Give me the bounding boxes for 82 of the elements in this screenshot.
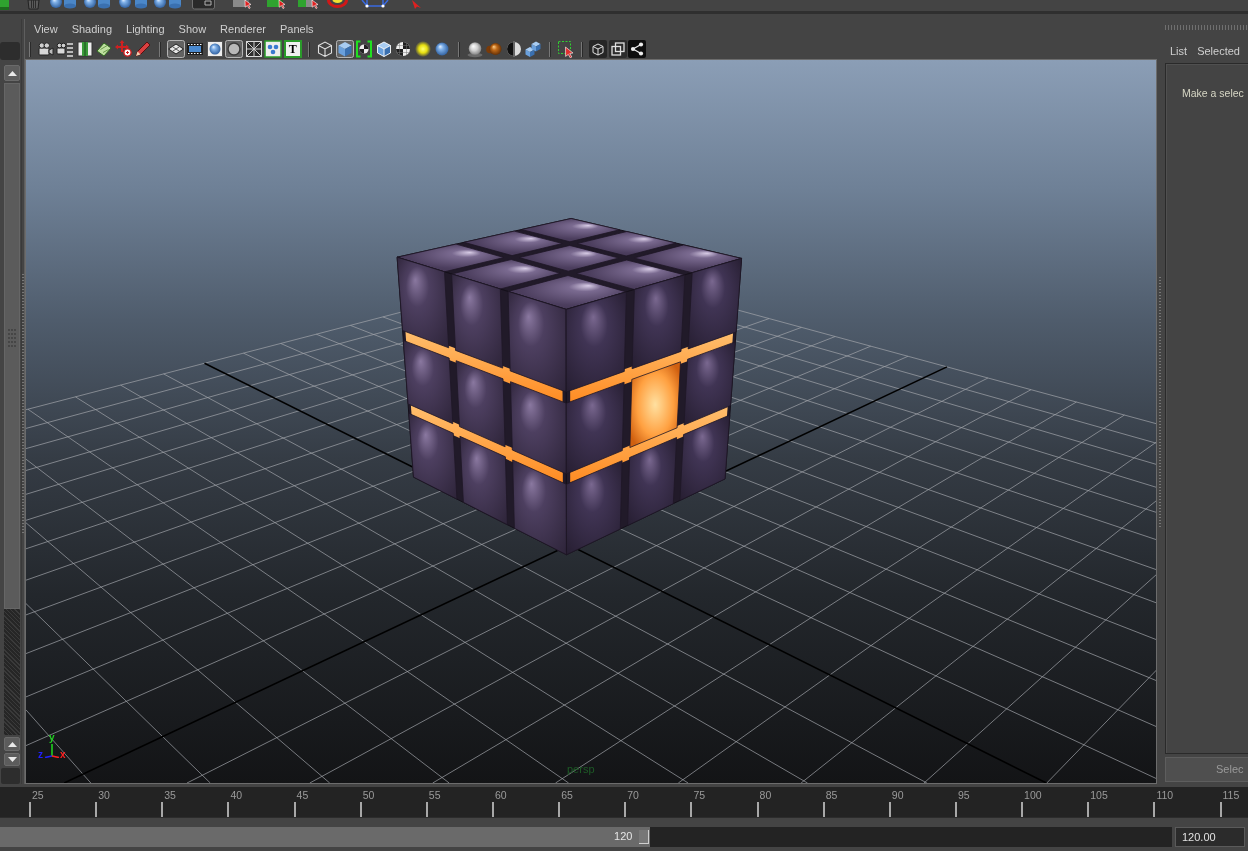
window-icon[interactable] (192, 0, 215, 10)
overlap-squares-icon[interactable] (608, 40, 627, 58)
checker-ball-icon[interactable] (394, 40, 413, 58)
scroll-up-button[interactable] (4, 65, 20, 81)
frame-number: 115 (1221, 789, 1240, 801)
frame-number: 90 (890, 789, 904, 801)
frame-number: 50 (361, 789, 375, 801)
cube-cursor-icon[interactable] (298, 0, 320, 10)
frame-number: 35 (163, 789, 176, 801)
edged-cube-icon[interactable] (374, 40, 393, 58)
crossed-box-icon[interactable] (244, 40, 263, 58)
end-time-field[interactable]: 120.00 (1175, 827, 1245, 847)
half-circle-icon[interactable] (504, 40, 523, 58)
frame-number: 25 (31, 789, 44, 801)
cylinder-icon[interactable] (135, 0, 147, 10)
frame-number: 30 (97, 789, 110, 801)
up-arrow-icon (7, 741, 17, 747)
frame-number: 110 (1155, 789, 1174, 801)
text-display-button[interactable]: T (283, 40, 302, 58)
frame-number: 95 (956, 789, 970, 801)
menu-item[interactable]: Show (171, 22, 214, 36)
scroll-track[interactable] (4, 83, 20, 735)
frame-number: 100 (1023, 789, 1042, 801)
frame-number: 80 (758, 789, 772, 801)
scroll-up-button[interactable] (4, 737, 20, 751)
menu-item[interactable]: Shading (64, 22, 120, 36)
pencil-icon[interactable] (134, 40, 153, 58)
menu-item[interactable]: Selected (1192, 44, 1245, 58)
cylinder-icon[interactable] (169, 0, 181, 10)
axis-label: x (60, 750, 66, 760)
tilted-plane-icon[interactable] (95, 40, 114, 58)
frame-number: 75 (692, 789, 706, 801)
frame-number: 65 (560, 789, 573, 801)
ring-icon[interactable] (327, 0, 348, 10)
frame-number: 40 (229, 789, 243, 801)
dots-icon[interactable] (264, 40, 283, 58)
cube-outline-icon[interactable] (589, 40, 608, 58)
frame-number: 60 (494, 789, 507, 801)
selection-box-icon[interactable] (556, 40, 575, 58)
frame-number: 45 (295, 789, 309, 801)
book-icon[interactable] (75, 40, 94, 58)
timeline-ruler[interactable]: 25 30 35 40 45 50 55 60 65 70 75 80 85 90 95 100 105 110 115 (0, 787, 1248, 818)
nodes-icon[interactable] (628, 40, 647, 58)
wire-cube-icon[interactable] (360, 0, 390, 10)
shaded-cube-icon[interactable] (335, 40, 354, 58)
circle-icon[interactable] (225, 40, 244, 58)
cube-cursor-icon[interactable] (233, 0, 253, 10)
camera-list-icon[interactable] (56, 40, 75, 58)
hint-text: Make a selec (1182, 87, 1244, 99)
menu-item[interactable]: Renderer (213, 22, 273, 36)
cylinder-icon[interactable] (64, 0, 76, 10)
move-arrows-icon[interactable] (114, 40, 133, 58)
up-arrow-icon (7, 70, 17, 76)
frame-number: 70 (626, 789, 639, 801)
down-arrow-icon (7, 757, 17, 762)
film-strip-icon[interactable] (186, 40, 205, 58)
axis-triad-icon (44, 744, 60, 758)
axis-label: z (38, 750, 43, 760)
axis-label: y (49, 733, 55, 743)
frame-number: 55 (427, 789, 441, 801)
light-glow-icon[interactable] (413, 40, 432, 58)
range-end-handle[interactable] (639, 830, 650, 844)
sphere-on-base-icon[interactable] (465, 40, 484, 58)
matte-spheres-icon[interactable] (485, 40, 504, 58)
cube-model-drawing[interactable] (396, 218, 743, 556)
frame-number: 85 (824, 789, 838, 801)
menu-item[interactable]: Panels (272, 22, 321, 36)
menu-item[interactable]: Lighting (119, 22, 172, 36)
menu-item[interactable]: List (1165, 44, 1193, 58)
scroll-thumb[interactable] (4, 83, 20, 609)
camera-icon[interactable] (36, 40, 55, 58)
menu-item[interactable]: View (27, 22, 65, 36)
cylinder-icon[interactable] (98, 0, 110, 10)
cube-cursor-icon[interactable] (267, 0, 287, 10)
range-end-label: 120 (614, 830, 633, 843)
wire-cube-icon[interactable] (316, 40, 335, 58)
cubes-icon[interactable] (524, 40, 543, 58)
range-slider-track[interactable]: 120 (0, 827, 1172, 847)
scroll-down-button[interactable] (4, 753, 20, 766)
bracketed-checker-icon[interactable] (355, 40, 374, 58)
grid-icon[interactable] (166, 40, 185, 58)
frame-number: 105 (1089, 789, 1108, 801)
